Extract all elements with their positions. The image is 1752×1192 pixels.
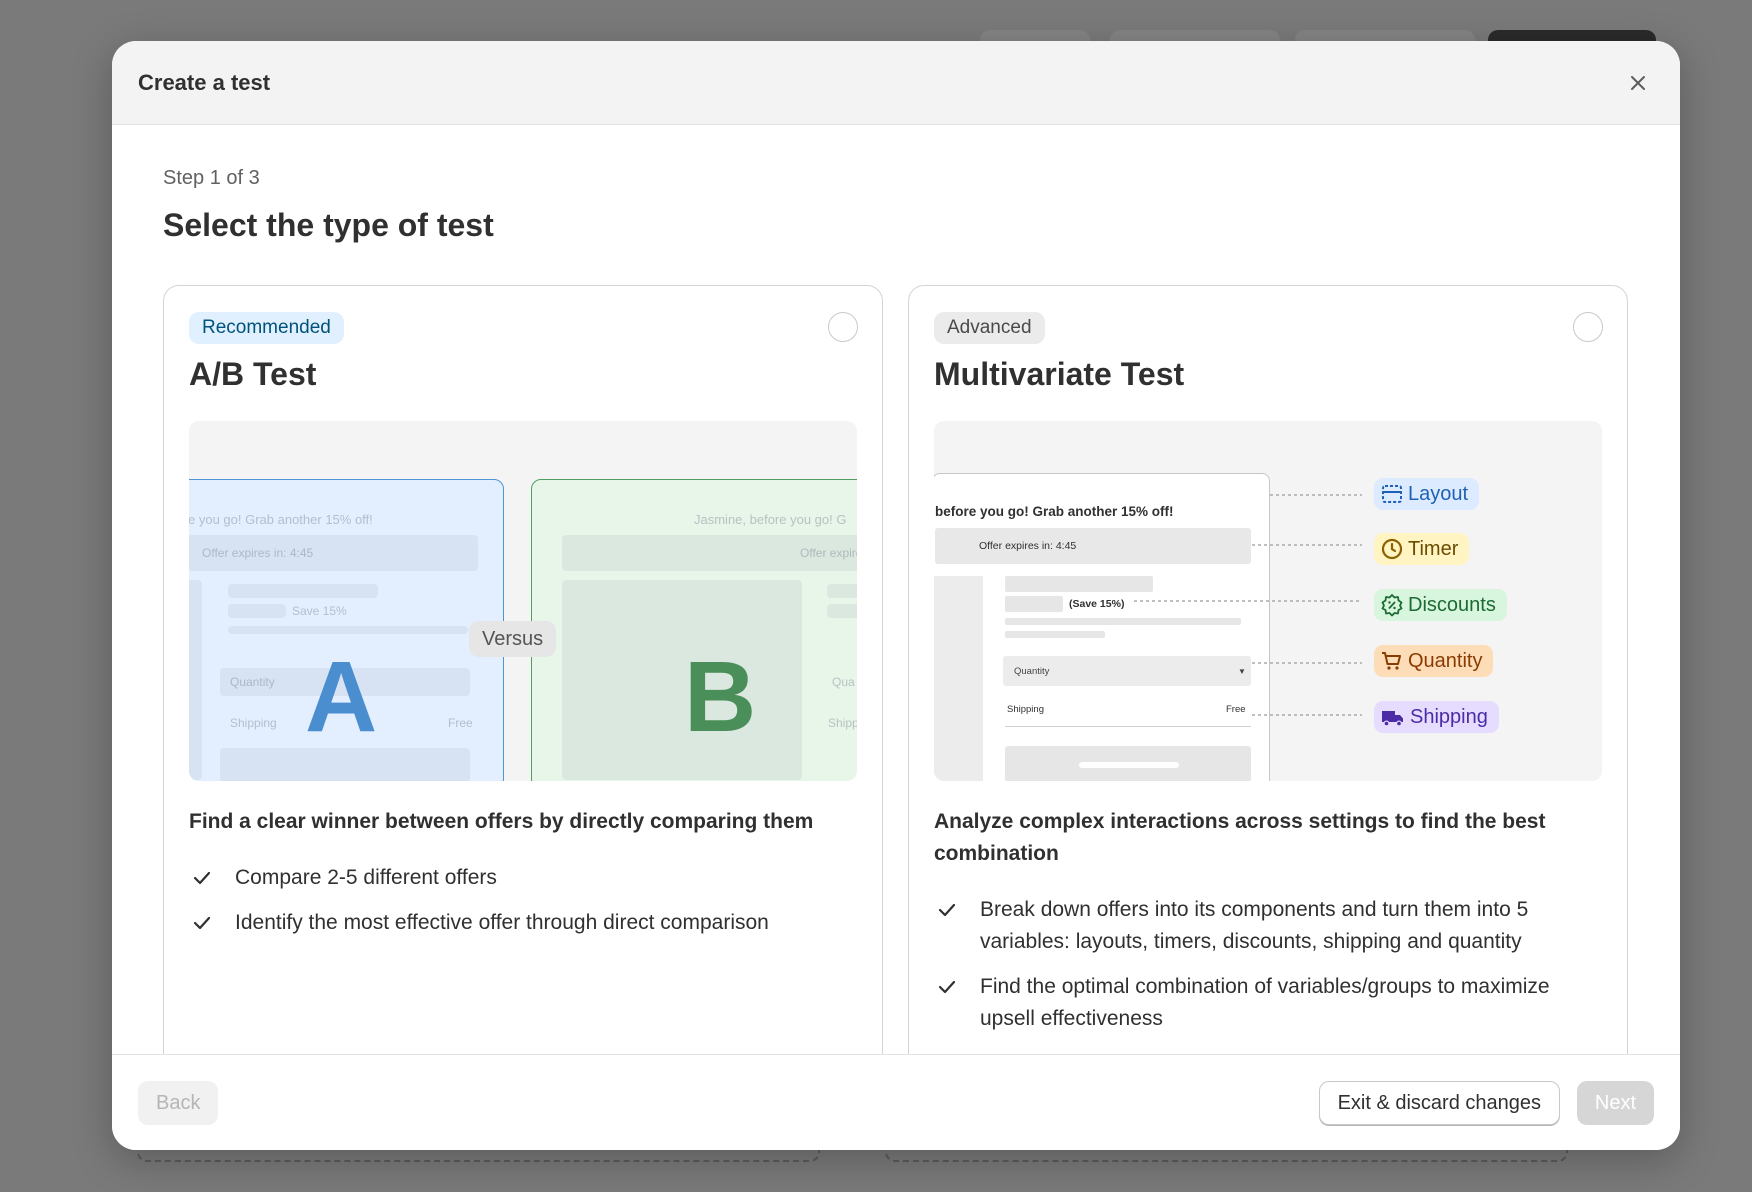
modal-title: Create a test: [138, 69, 271, 95]
modal-header: Create a test: [112, 41, 1680, 125]
tag-label: Timer: [1408, 537, 1459, 560]
layout-icon: [1382, 485, 1402, 503]
checkmark-icon: [934, 894, 980, 926]
card-description: Analyze complex interactions across sett…: [934, 810, 1546, 865]
cart-icon: [1382, 652, 1401, 670]
ghost-block: [228, 604, 286, 618]
checkmark-icon: [934, 971, 980, 1003]
modal-body: Step 1 of 3 Select the type of test Reco…: [112, 125, 1680, 1054]
step-indicator: Step 1 of 3: [163, 167, 260, 189]
card-description: Find a clear winner between offers by di…: [189, 810, 814, 833]
truck-icon: [1382, 711, 1403, 727]
feature-item: Compare 2-5 different offers: [189, 862, 869, 894]
ghost-text: Offer expire: [800, 546, 857, 560]
variant-b-letter: B: [684, 641, 757, 753]
feature-text: Compare 2-5 different offers: [235, 866, 497, 889]
tag-label: Discounts: [1408, 593, 1496, 616]
feature-text: Find the optimal combination of variable…: [980, 975, 1550, 1030]
exit-discard-button[interactable]: Exit & discard changes: [1318, 1081, 1560, 1125]
checkmark-icon: [189, 862, 235, 894]
ghost-text: Offer expires in: 4:45: [202, 546, 314, 560]
ghost-text: Shipp: [828, 716, 857, 730]
advanced-badge: Advanced: [934, 312, 1045, 344]
quantity-tag: Quantity: [1374, 645, 1494, 677]
shipping-tag: Shipping: [1374, 701, 1499, 733]
next-button[interactable]: Next: [1576, 1081, 1654, 1125]
multivariate-illustration: before you go! Grab another 15% off! Off…: [934, 421, 1602, 781]
ghost-block: [827, 604, 857, 618]
feature-text: Break down offers into its components an…: [980, 898, 1529, 953]
ab-test-illustration: e you go! Grab another 15% off! Offer ex…: [189, 421, 857, 781]
tag-label: Quantity: [1408, 649, 1483, 672]
ghost-block: [189, 580, 202, 780]
variant-a-letter: A: [305, 641, 378, 753]
card-title: A/B Test: [189, 356, 317, 392]
ghost-text: Shipping: [230, 716, 277, 730]
feature-item: Break down offers into its components an…: [934, 894, 1594, 958]
feature-item: Find the optimal combination of variable…: [934, 971, 1594, 1035]
checkmark-icon: [189, 907, 235, 939]
ghost-text: Save 15%: [292, 604, 347, 618]
layout-tag: Layout: [1374, 478, 1480, 510]
feature-list: Break down offers into its components an…: [934, 894, 1594, 1048]
ghost-text: Quantity: [230, 675, 275, 689]
ghost-block: [228, 584, 378, 598]
multivariate-test-card[interactable]: Advanced Multivariate Test before you go…: [908, 285, 1628, 1054]
discount-icon: [1381, 594, 1403, 617]
ab-test-radio[interactable]: [828, 312, 858, 342]
ghost-text: Qua: [832, 675, 855, 689]
back-button[interactable]: Back: [138, 1081, 219, 1125]
ghost-block: [562, 580, 802, 780]
feature-text: Identify the most effective offer throug…: [235, 911, 769, 934]
multivariate-test-radio[interactable]: [1573, 312, 1603, 342]
ghost-block: [827, 584, 857, 598]
card-title: Multivariate Test: [934, 356, 1185, 392]
timer-tag: Timer: [1374, 533, 1470, 565]
clock-icon: [1381, 538, 1403, 560]
page-title: Select the type of test: [163, 207, 494, 243]
ghost-text: Jasmine, before you go! G: [694, 512, 847, 527]
variant-b-preview: Jasmine, before you go! G Offer expire Q…: [531, 479, 857, 781]
create-test-modal: Create a test Step 1 of 3 Select the typ…: [112, 41, 1680, 1150]
modal-footer: Back Exit & discard changes Next: [112, 1054, 1680, 1150]
ghost-text: e you go! Grab another 15% off!: [189, 512, 373, 527]
close-button[interactable]: [1622, 67, 1654, 99]
ghost-block: [228, 626, 468, 634]
ab-test-card[interactable]: Recommended A/B Test e you go! Grab anot…: [163, 285, 883, 1054]
tag-label: Layout: [1408, 482, 1469, 505]
variant-a-preview: e you go! Grab another 15% off! Offer ex…: [189, 479, 504, 781]
feature-list: Compare 2-5 different offers Identify th…: [189, 862, 869, 952]
recommended-badge: Recommended: [189, 312, 344, 344]
close-icon: [1631, 75, 1645, 90]
tag-label: Shipping: [1410, 705, 1488, 728]
ghost-text: Free: [448, 716, 473, 730]
feature-item: Identify the most effective offer throug…: [189, 907, 869, 939]
versus-label: Versus: [469, 621, 557, 657]
discounts-tag: Discounts: [1374, 589, 1507, 621]
